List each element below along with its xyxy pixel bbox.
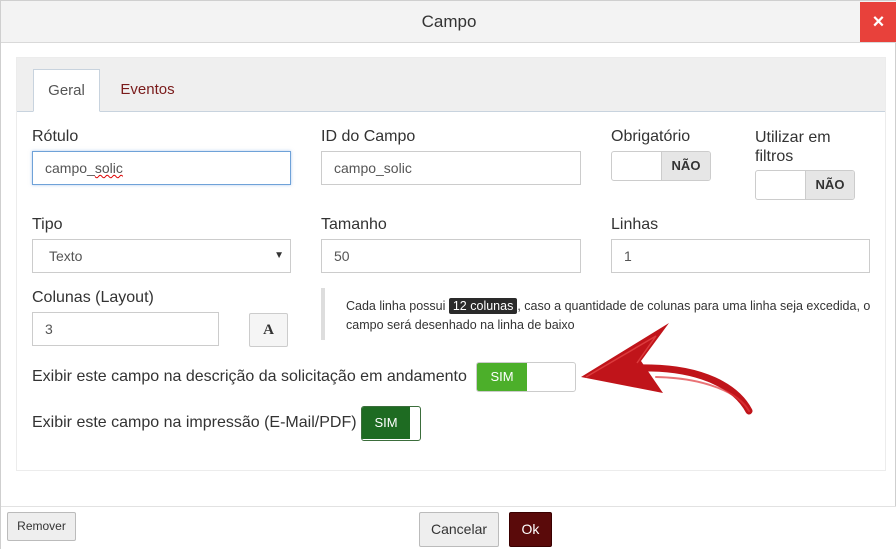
exibir-impressao-label: Exibir este campo na impressão (E-Mail/P…	[32, 414, 357, 431]
exibir-impressao-toggle-state: SIM	[362, 407, 410, 439]
tamanho-input[interactable]: 50	[321, 239, 581, 273]
utilizar-filtros-label: Utilizar em filtros	[755, 129, 831, 165]
obrigatorio-label: Obrigatório	[611, 128, 691, 145]
colunas-input[interactable]: 3	[32, 312, 219, 346]
exibir-impressao-toggle[interactable]: SIM	[361, 406, 421, 441]
tab-bar: Geral Eventos	[17, 58, 885, 112]
rotulo-label: Rótulo	[32, 128, 79, 145]
info-text-before: Cada linha possui	[346, 299, 449, 313]
rotulo-input[interactable]: campo_solic	[32, 151, 291, 185]
info-highlight-badge: 12 colunas	[448, 298, 518, 314]
tab-geral[interactable]: Geral	[33, 69, 100, 112]
exibir-descricao-label: Exibir este campo na descrição da solici…	[32, 368, 467, 385]
field-dialog: Campo × Geral Eventos Rótulo campo_solic…	[0, 0, 896, 549]
caret-down-icon: ▼	[274, 250, 284, 261]
linhas-input[interactable]: 1	[611, 239, 870, 273]
obrigatorio-toggle-state: NÃO	[661, 152, 710, 180]
id-campo-input[interactable]: campo_solic	[321, 151, 581, 185]
id-campo-label: ID do Campo	[321, 128, 416, 145]
tipo-selected: Texto	[49, 248, 83, 264]
obrigatorio-toggle[interactable]: NÃO	[611, 151, 711, 181]
tipo-label: Tipo	[32, 216, 63, 233]
remove-button[interactable]: Remover	[7, 512, 76, 541]
utilizar-filtros-toggle[interactable]: NÃO	[755, 170, 855, 200]
rotulo-value-prefix: campo_	[45, 160, 95, 176]
font-icon[interactable]: A	[249, 313, 288, 347]
cancel-button[interactable]: Cancelar	[419, 512, 499, 547]
linhas-label: Linhas	[611, 216, 659, 233]
tipo-select[interactable]: Texto ▼	[32, 239, 291, 273]
dialog-title: Campo	[421, 12, 477, 31]
rotulo-value-misspelled: solic	[94, 160, 123, 176]
colunas-info: Cada linha possui 12 colunas, caso a qua…	[321, 288, 881, 340]
exibir-descricao-toggle-state: SIM	[477, 363, 527, 391]
tamanho-label: Tamanho	[321, 216, 387, 233]
utilizar-filtros-toggle-state: NÃO	[805, 171, 854, 199]
close-icon[interactable]: ×	[860, 2, 896, 42]
tab-eventos[interactable]: Eventos	[110, 69, 185, 112]
dialog-titlebar: Campo ×	[1, 1, 896, 43]
ok-button[interactable]: Ok	[509, 512, 552, 547]
exibir-descricao-toggle[interactable]: SIM	[476, 362, 576, 392]
colunas-label: Colunas (Layout)	[32, 289, 154, 306]
